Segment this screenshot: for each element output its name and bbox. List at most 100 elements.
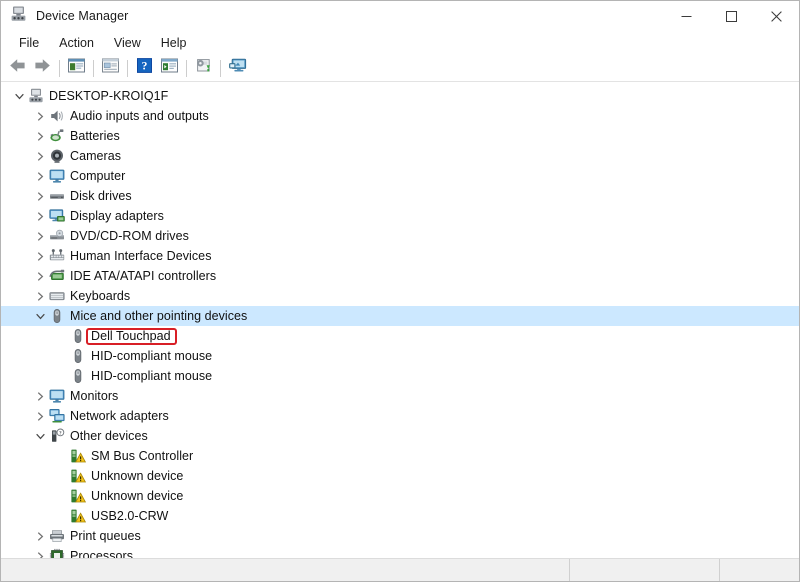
tree-row-content: Batteries — [48, 128, 120, 144]
properties-button[interactable] — [98, 57, 123, 80]
camera-icon — [48, 148, 66, 164]
uninstall-device-button[interactable] — [191, 57, 216, 80]
tree-row[interactable]: Monitors — [1, 386, 799, 406]
tree-row[interactable]: Cameras — [1, 146, 799, 166]
tree-row[interactable]: Human Interface Devices — [1, 246, 799, 266]
tree-row-content: DESKTOP-KROIQ1F — [27, 88, 168, 104]
tree-row[interactable]: Processors — [1, 546, 799, 558]
help-question-icon: ? — [136, 58, 153, 78]
menu-view[interactable]: View — [104, 34, 151, 53]
tree-row-content: USB2.0-CRW — [69, 508, 168, 524]
status-bar — [1, 558, 799, 581]
display-adapter-icon — [48, 208, 66, 224]
tree-row[interactable]: Print queues — [1, 526, 799, 546]
tree-row[interactable]: HID-compliant mouse — [1, 366, 799, 386]
tree-row[interactable]: Keyboards — [1, 286, 799, 306]
tree-row-label: Computer — [70, 169, 126, 183]
title-bar: Device Manager — [1, 1, 799, 31]
chevron-down-icon[interactable] — [32, 432, 48, 441]
tree-row-label: Cameras — [70, 149, 122, 163]
tree-row-content: Print queues — [48, 528, 141, 544]
tree-row-label: Unknown device — [91, 469, 184, 483]
mouse-icon — [69, 328, 87, 344]
chevron-right-icon[interactable] — [32, 231, 48, 241]
tree-row-content: SM Bus Controller — [69, 448, 193, 464]
tree-row[interactable]: Display adapters — [1, 206, 799, 226]
show-hide-console-tree-button[interactable] — [64, 57, 89, 80]
maximize-button[interactable] — [709, 1, 754, 31]
chevron-right-icon[interactable] — [32, 131, 48, 141]
tree-row[interactable]: IDE ATA/ATAPI controllers — [1, 266, 799, 286]
tree-row[interactable]: Unknown device — [1, 486, 799, 506]
window-title: Device Manager — [36, 9, 129, 23]
tree-row[interactable]: USB2.0-CRW — [1, 506, 799, 526]
tree-row[interactable]: DVD/CD-ROM drives — [1, 226, 799, 246]
menu-file[interactable]: File — [9, 34, 49, 53]
device-tree[interactable]: DESKTOP-KROIQ1F Audio inputs and outputs B… — [1, 82, 799, 558]
tree-row-label: Display adapters — [70, 209, 164, 223]
back-button[interactable] — [5, 57, 30, 80]
tree-row[interactable]: Audio inputs and outputs — [1, 106, 799, 126]
chevron-right-icon[interactable] — [32, 171, 48, 181]
tree-row[interactable]: Network adapters — [1, 406, 799, 426]
tree-row-label: Batteries — [70, 129, 120, 143]
tree-row-label: Other devices — [70, 429, 148, 443]
forward-button[interactable] — [30, 57, 55, 80]
tree-row[interactable]: HID-compliant mouse — [1, 346, 799, 366]
tree-row[interactable]: Unknown device — [1, 466, 799, 486]
tree-row[interactable]: SM Bus Controller — [1, 446, 799, 466]
chevron-down-icon[interactable] — [32, 312, 48, 321]
battery-icon — [48, 128, 66, 144]
update-driver-button[interactable] — [157, 57, 182, 80]
chevron-right-icon[interactable] — [32, 271, 48, 281]
update-driver-icon — [161, 58, 178, 78]
scan-hardware-changes-button[interactable] — [225, 57, 250, 80]
chevron-right-icon[interactable] — [32, 191, 48, 201]
close-button[interactable] — [754, 1, 799, 31]
chevron-right-icon[interactable] — [32, 151, 48, 161]
window-controls — [664, 1, 799, 31]
help-button[interactable]: ? — [132, 57, 157, 80]
menu-bar: File Action View Help — [1, 31, 799, 55]
chevron-right-icon[interactable] — [32, 411, 48, 421]
printer-icon — [48, 528, 66, 544]
disk-drive-icon — [48, 188, 66, 204]
tree-row[interactable]: Mice and other pointing devices — [1, 306, 799, 326]
tree-row-content: Audio inputs and outputs — [48, 108, 209, 124]
tree-row-content: Disk drives — [48, 188, 132, 204]
tree-row-label: Dell Touchpad — [91, 329, 171, 343]
chevron-right-icon[interactable] — [32, 531, 48, 541]
tree-row-content: DVD/CD-ROM drives — [48, 228, 189, 244]
tree-row[interactable]: DESKTOP-KROIQ1F — [1, 86, 799, 106]
chevron-right-icon[interactable] — [32, 291, 48, 301]
tree-row[interactable]: Computer — [1, 166, 799, 186]
chevron-right-icon[interactable] — [32, 551, 48, 558]
tree-row-content: Computer — [48, 168, 125, 184]
menu-help[interactable]: Help — [151, 34, 197, 53]
toolbar-separator — [220, 59, 221, 77]
device-manager-window: Device Manager File Action View Help ? D… — [0, 0, 800, 582]
tree-row[interactable]: Dell Touchpad — [1, 326, 799, 346]
menu-action[interactable]: Action — [49, 34, 104, 53]
tree-row[interactable]: Batteries — [1, 126, 799, 146]
tree-row-label: Human Interface Devices — [70, 249, 212, 263]
minimize-button[interactable] — [664, 1, 709, 31]
keyboard-icon — [48, 288, 66, 304]
forward-arrow-icon — [34, 58, 51, 78]
chevron-right-icon[interactable] — [32, 211, 48, 221]
tree-row-label: SM Bus Controller — [91, 449, 194, 463]
chevron-right-icon[interactable] — [32, 111, 48, 121]
tree-row-content: Unknown device — [69, 468, 183, 484]
chevron-right-icon[interactable] — [32, 251, 48, 261]
tree-row-content: Monitors — [48, 388, 118, 404]
tree-row-label: DVD/CD-ROM drives — [70, 229, 189, 243]
network-adapter-icon — [48, 408, 66, 424]
chevron-right-icon[interactable] — [32, 391, 48, 401]
console-tree-icon — [68, 58, 85, 78]
tree-row[interactable]: Disk drives — [1, 186, 799, 206]
tree-row-label: DESKTOP-KROIQ1F — [49, 89, 169, 103]
chevron-down-icon[interactable] — [11, 92, 27, 101]
tree-row[interactable]: ? Other devices — [1, 426, 799, 446]
dvd-drive-icon — [48, 228, 66, 244]
tree-row-content: Human Interface Devices — [48, 248, 212, 264]
